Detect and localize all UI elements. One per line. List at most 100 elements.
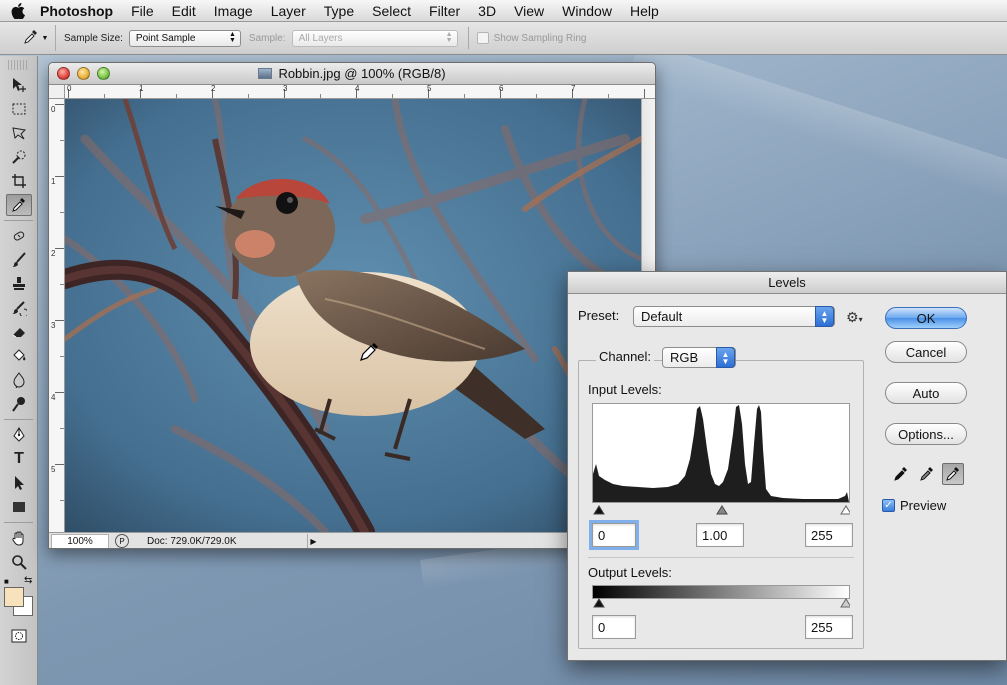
channel-value: RGB: [670, 350, 699, 365]
eyedropper-tool-icon[interactable]: [6, 194, 32, 216]
image-canvas[interactable]: [65, 99, 641, 532]
show-sampling-ring-checkbox[interactable]: [476, 32, 489, 44]
chevron-down-icon: ▼: [41, 34, 49, 42]
cancel-button[interactable]: Cancel: [885, 341, 967, 363]
eyedropper-icon: [23, 29, 39, 48]
menu-3d[interactable]: 3D: [469, 0, 505, 22]
input-slider-track[interactable]: [592, 504, 852, 518]
zoom-tool-icon[interactable]: [6, 551, 32, 573]
black-point-eyedropper-icon[interactable]: [890, 463, 912, 485]
sample-size-select[interactable]: Point Sample ▲ ▼: [128, 29, 241, 47]
ruler-origin[interactable]: [49, 85, 65, 99]
gear-icon[interactable]: ⚙▾: [846, 309, 863, 326]
menu-help[interactable]: Help: [621, 0, 668, 22]
lasso-tool-icon[interactable]: [6, 122, 32, 144]
input-gamma-field[interactable]: 1.00: [696, 523, 744, 547]
select-arrows-icon: ▲ ▼: [716, 347, 735, 368]
dodge-tool-icon[interactable]: [6, 393, 32, 415]
apple-menu-icon[interactable]: [0, 2, 36, 19]
swap-colors-icon[interactable]: ⇆: [24, 575, 32, 586]
levels-titlebar[interactable]: Levels: [568, 272, 1006, 294]
eraser-tool-icon[interactable]: [6, 321, 32, 343]
history-brush-tool-icon[interactable]: [6, 297, 32, 319]
menu-select[interactable]: Select: [363, 0, 420, 22]
zoom-window-button[interactable]: [97, 67, 110, 80]
output-levels-label: Output Levels:: [588, 565, 672, 580]
input-black-field[interactable]: 0: [592, 523, 636, 547]
input-white-field[interactable]: 255: [805, 523, 853, 547]
vruler-number: 1: [51, 177, 56, 186]
crop-tool-icon[interactable]: [6, 170, 32, 192]
foreground-color-swatch[interactable]: [4, 587, 24, 607]
menu-type[interactable]: Type: [315, 0, 363, 22]
hruler-number: 7: [571, 85, 576, 93]
tools-divider: [4, 419, 33, 420]
menu-image[interactable]: Image: [205, 0, 262, 22]
horizontal-ruler[interactable]: 0 1 2 3 4 5 6 7: [65, 85, 655, 99]
white-point-eyedropper-icon[interactable]: [942, 463, 964, 485]
hruler-number: 4: [355, 85, 360, 93]
vruler-number: 4: [51, 393, 56, 402]
document-titlebar[interactable]: Robbin.jpg @ 100% (RGB/8): [49, 63, 655, 85]
auto-button[interactable]: Auto: [885, 382, 967, 404]
blur-tool-icon[interactable]: [6, 369, 32, 391]
document-size-info: Doc: 729.0K/729.0K: [147, 535, 237, 547]
preset-label: Preset:: [578, 308, 620, 323]
minimize-window-button[interactable]: [77, 67, 90, 80]
menu-bar: Photoshop File Edit Image Layer Type Sel…: [0, 0, 1007, 22]
image-file-icon: [258, 68, 273, 79]
menu-filter[interactable]: Filter: [420, 0, 469, 22]
clone-stamp-tool-icon[interactable]: [6, 273, 32, 295]
options-bar: ▼ Sample Size: Point Sample ▲ ▼ Sample: A…: [0, 22, 1007, 55]
move-tool-icon[interactable]: [6, 74, 32, 96]
menu-window[interactable]: Window: [553, 0, 621, 22]
marquee-tool-icon[interactable]: [6, 98, 32, 120]
vruler-number: 5: [51, 465, 56, 474]
hand-tool-icon[interactable]: [6, 527, 32, 549]
window-controls: [57, 67, 110, 80]
desktop-light-streak: [627, 40, 1007, 208]
quick-mask-icon[interactable]: [6, 625, 32, 647]
status-menu-arrow-icon[interactable]: ▶: [307, 533, 319, 548]
output-slider-track[interactable]: [592, 597, 852, 611]
type-tool-icon[interactable]: T: [6, 448, 32, 470]
menu-layer[interactable]: Layer: [262, 0, 315, 22]
output-white-field[interactable]: 255: [805, 615, 853, 639]
preset-select[interactable]: Default ▲ ▼: [633, 306, 835, 327]
robin-photo: [65, 99, 641, 532]
path-selection-tool-icon[interactable]: [6, 472, 32, 494]
tools-panel: T ■ ⇆: [0, 56, 38, 685]
status-info-icon[interactable]: P: [115, 534, 129, 548]
vruler-number: 0: [51, 105, 56, 114]
menu-file[interactable]: File: [122, 0, 163, 22]
input-levels-label: Input Levels:: [588, 382, 662, 397]
sample-size-label: Sample Size:: [64, 32, 123, 44]
paint-bucket-tool-icon[interactable]: [6, 345, 32, 367]
preview-checkbox[interactable]: ✓: [882, 499, 895, 512]
vertical-ruler[interactable]: 0 1 2 3 4 5: [49, 99, 65, 532]
channel-select[interactable]: RGB ▲ ▼: [662, 347, 736, 368]
close-window-button[interactable]: [57, 67, 70, 80]
menu-edit[interactable]: Edit: [163, 0, 205, 22]
brush-tool-icon[interactable]: [6, 249, 32, 271]
select-arrows-icon: ▲ ▼: [445, 31, 453, 44]
channel-label: Channel:: [596, 349, 655, 364]
zoom-level-field[interactable]: 100%: [51, 533, 109, 548]
quick-selection-tool-icon[interactable]: [6, 146, 32, 168]
ok-button[interactable]: OK: [885, 307, 967, 329]
rectangle-tool-icon[interactable]: [6, 496, 32, 518]
pen-tool-icon[interactable]: [6, 424, 32, 446]
default-colors-icon[interactable]: ■: [4, 577, 9, 586]
menu-view[interactable]: View: [505, 0, 553, 22]
tool-preset-picker[interactable]: ▼: [16, 25, 56, 51]
options-button[interactable]: Options...: [885, 423, 967, 445]
menu-app-photoshop[interactable]: Photoshop: [36, 0, 122, 22]
preview-option[interactable]: ✓ Preview: [882, 498, 946, 513]
select-arrows-icon: ▲ ▼: [228, 31, 236, 44]
hruler-number: 6: [499, 85, 504, 93]
healing-brush-tool-icon[interactable]: [6, 225, 32, 247]
panel-grip[interactable]: [8, 60, 29, 70]
output-black-field[interactable]: 0: [592, 615, 636, 639]
options-divider: [467, 27, 469, 49]
gray-point-eyedropper-icon[interactable]: [916, 463, 938, 485]
